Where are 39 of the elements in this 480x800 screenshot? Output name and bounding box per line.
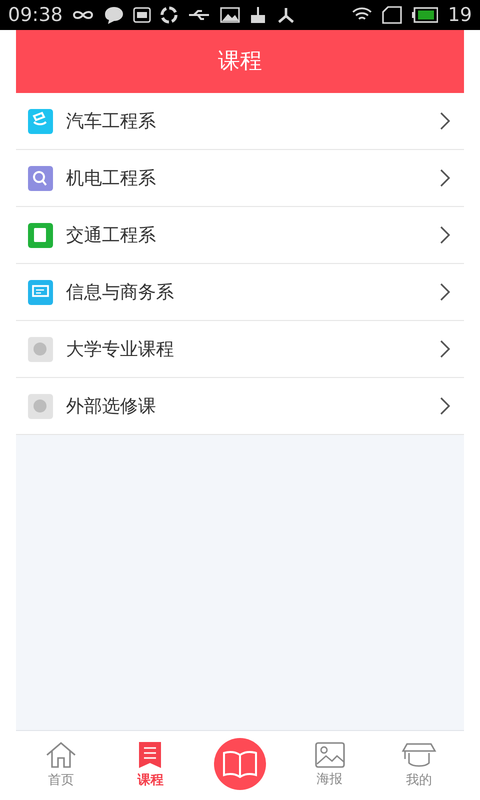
course-label: 外部选修课 [66, 394, 157, 418]
image-icon [220, 7, 240, 23]
course-row[interactable]: 大学专业课程 [16, 321, 464, 378]
tab[interactable]: 首页 [44, 740, 77, 790]
tab[interactable]: 我的 [401, 740, 438, 790]
course-label: 大学专业课程 [66, 338, 175, 362]
status-time: 09:38 [8, 2, 63, 28]
chevron-right-icon [440, 226, 450, 244]
battery-percentage: 19 [448, 2, 472, 28]
course-row[interactable]: 汽车工程系 [16, 93, 464, 150]
sim-card-icon [382, 6, 402, 24]
course-row[interactable]: 外部选修课 [16, 378, 464, 435]
course-row[interactable]: 机电工程系 [16, 150, 464, 207]
course-row[interactable]: 信息与商务系 [16, 264, 464, 321]
share-icon [276, 6, 296, 24]
course-label: 汽车工程系 [66, 110, 157, 134]
tab[interactable]: 课程 [137, 740, 164, 790]
aperture-icon [160, 6, 178, 24]
course-label: 机电工程系 [66, 166, 157, 190]
tab[interactable]: 海报 [314, 742, 345, 790]
chevron-right-icon [440, 283, 450, 301]
bookmark-list-icon [138, 740, 162, 769]
course-row[interactable]: 交通工程系 [16, 207, 464, 264]
chevron-right-icon [440, 169, 450, 187]
home-icon [44, 740, 77, 769]
picture-icon [314, 742, 345, 768]
chevron-right-icon [440, 340, 450, 358]
chat-bubble-icon [104, 6, 124, 24]
usb-icon [186, 8, 211, 22]
graduation-cap-icon [401, 740, 438, 769]
battery-icon [412, 7, 438, 23]
course-label: 交通工程系 [66, 224, 157, 248]
infinity-icon [70, 8, 95, 22]
page-title: 课程 [218, 48, 262, 76]
open-book-icon [222, 750, 258, 778]
card-icon [132, 7, 151, 23]
course-label: 信息与商务系 [66, 280, 175, 304]
chevron-right-icon [440, 397, 450, 415]
chevron-right-icon [440, 112, 450, 130]
